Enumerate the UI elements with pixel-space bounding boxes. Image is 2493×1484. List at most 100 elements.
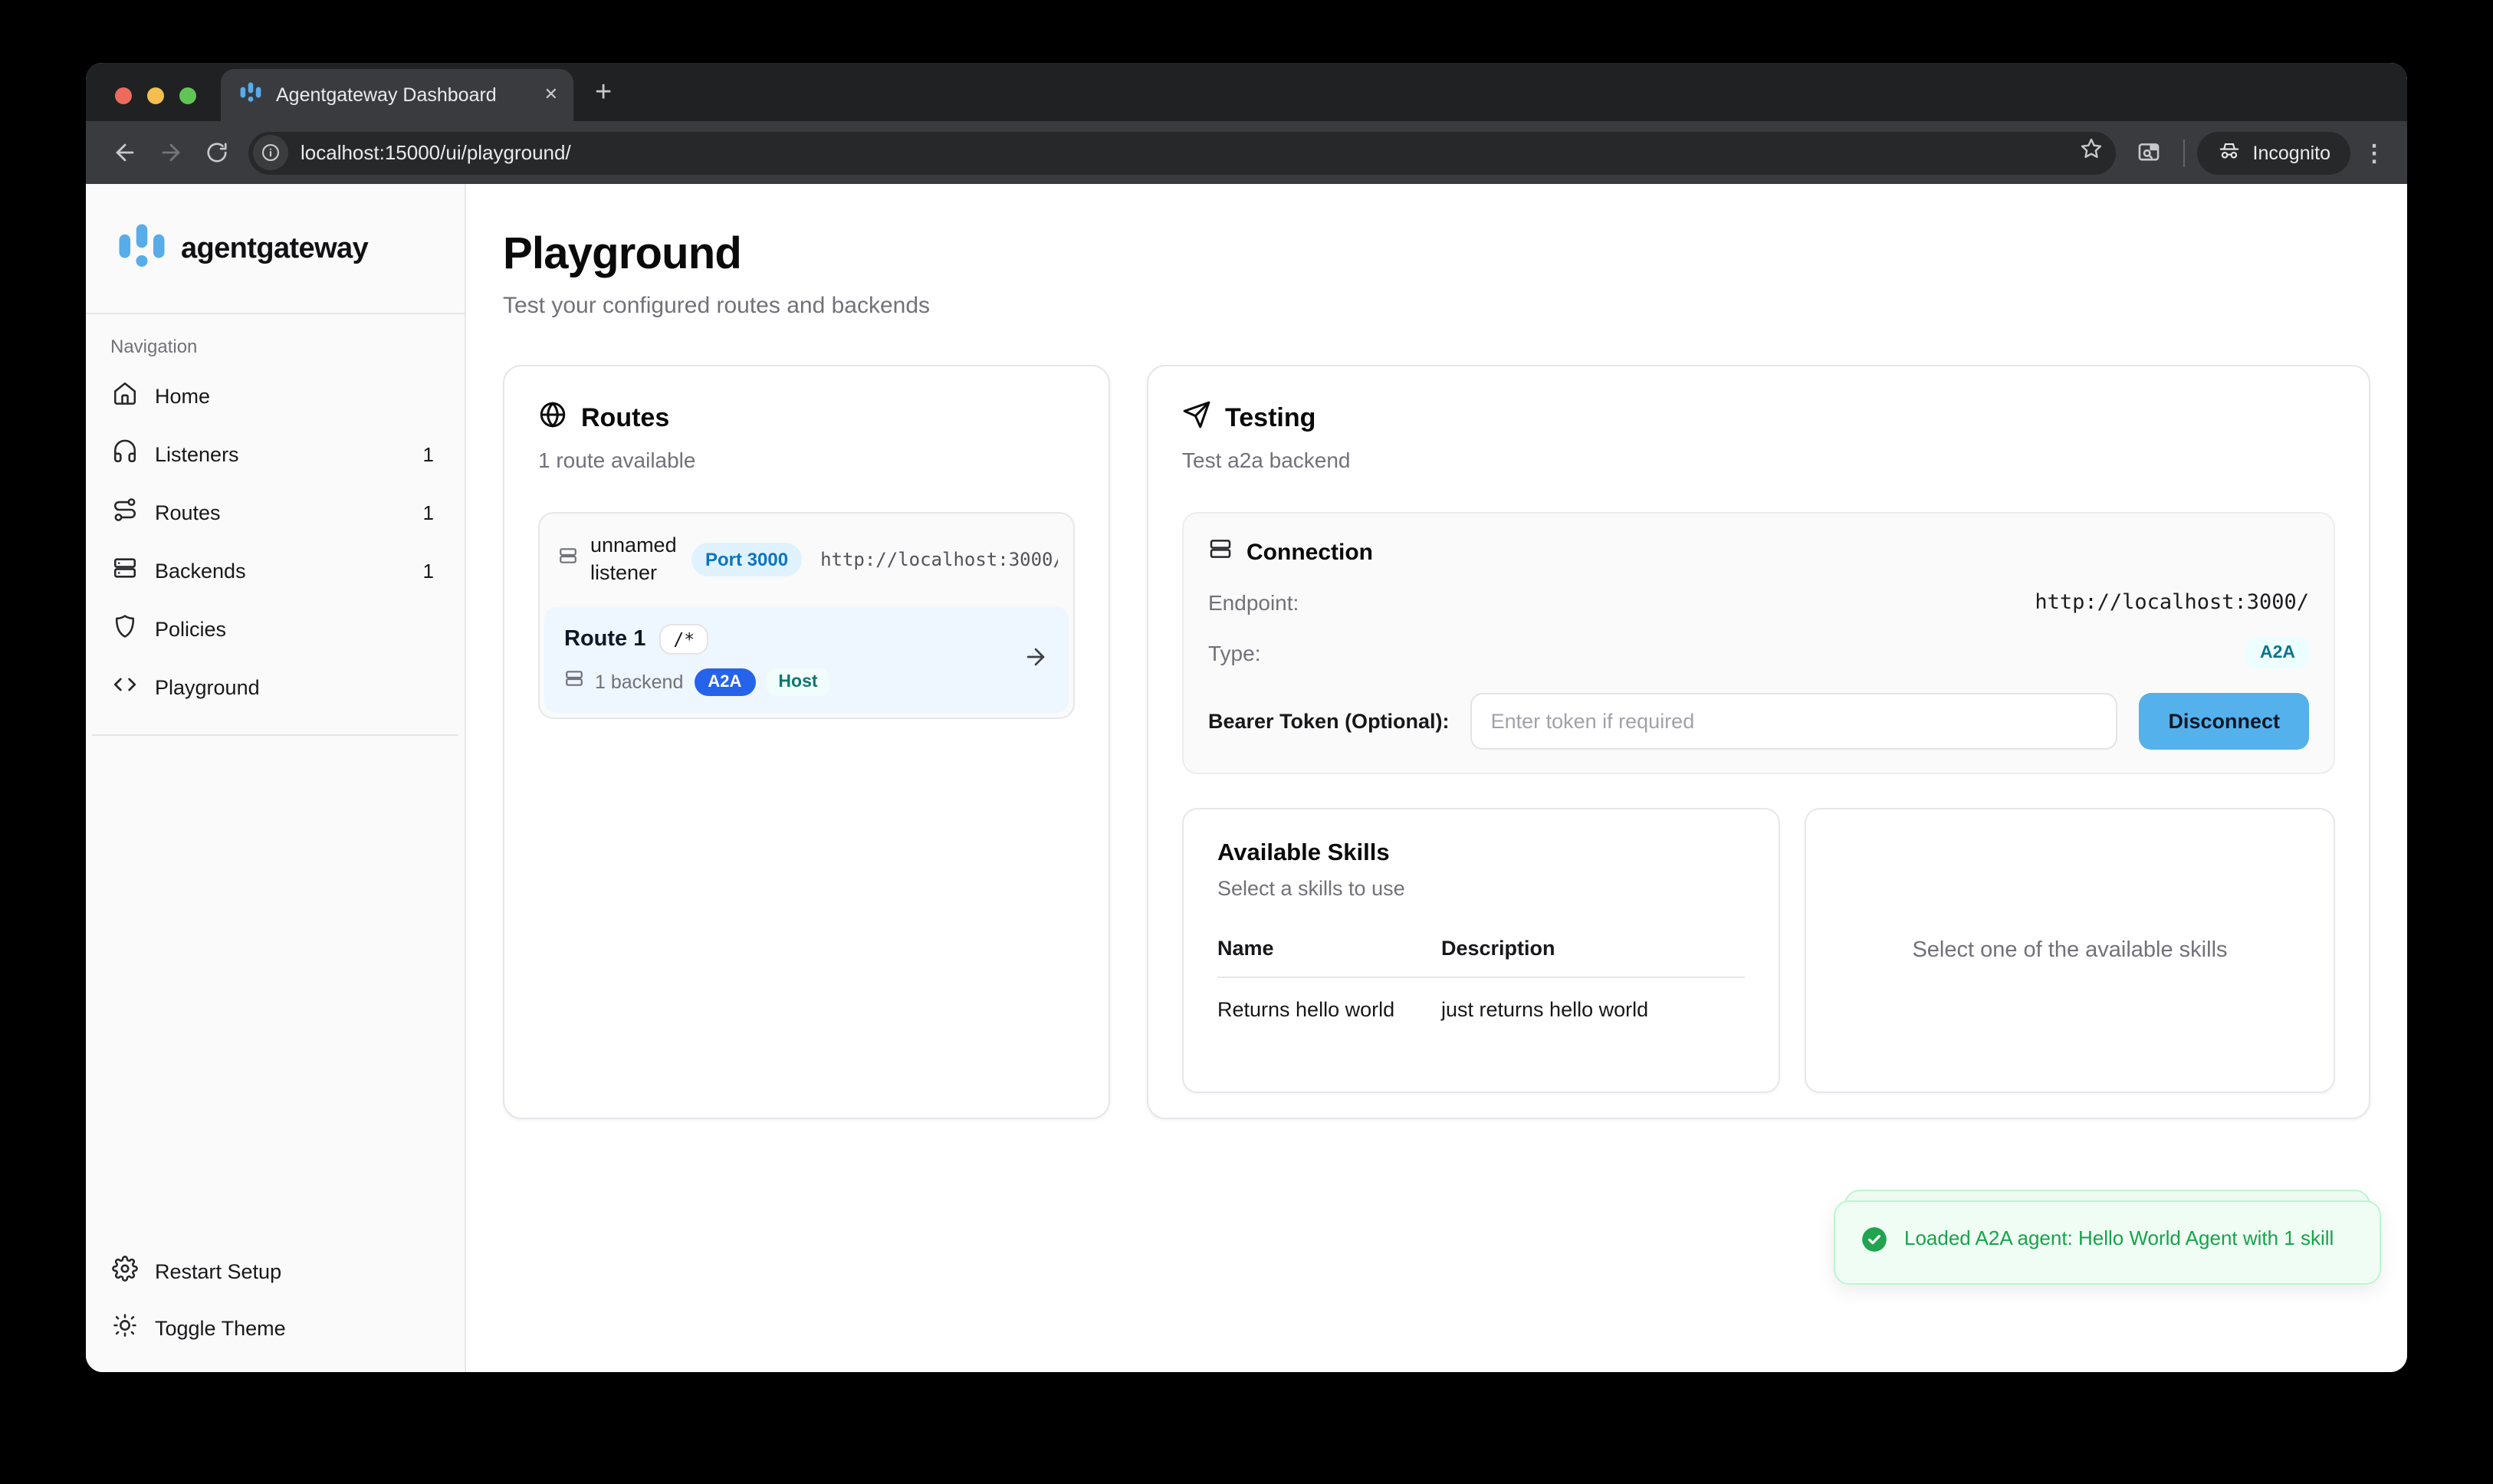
close-window-button[interactable]: [115, 87, 132, 103]
sidebar-item-policies[interactable]: Policies: [98, 601, 452, 656]
listener-url: http://localhost:3000/: [820, 549, 1058, 570]
toast-message: Loaded A2A agent: Hello World Agent with…: [1904, 1223, 2334, 1262]
nav-group-divider: [92, 734, 458, 736]
macos-traffic-lights: [86, 69, 221, 121]
send-icon: [1182, 400, 1211, 437]
browser-tab[interactable]: Agentgateway Dashboard ✕: [221, 69, 573, 121]
server-icon: [564, 669, 584, 697]
page-subtitle: Test your configured routes and backends: [503, 293, 2370, 319]
restart-setup-button[interactable]: Restart Setup: [98, 1243, 452, 1298]
sidebar-item-home[interactable]: Home: [98, 368, 452, 423]
globe-icon: [538, 400, 567, 437]
url-text: localhost:15000/ui/playground/: [301, 141, 2080, 164]
zoom-window-button[interactable]: [179, 87, 196, 103]
listener-row[interactable]: unnamed listener Port 3000 http://localh…: [540, 514, 1073, 603]
server-icon: [112, 555, 138, 586]
sun-icon: [112, 1312, 138, 1343]
testing-card: Testing Test a2a backend Connection Endp…: [1147, 365, 2370, 1119]
skill-detail-placeholder: Select one of the available skills: [1912, 938, 2227, 963]
success-toast[interactable]: Loaded A2A agent: Hello World Agent with…: [1834, 1200, 2381, 1285]
tab-title: Agentgateway Dashboard: [276, 84, 530, 106]
app-content: agentgateway Navigation Home Listeners 1…: [86, 184, 2407, 1372]
toggle-theme-label: Toggle Theme: [155, 1316, 286, 1339]
incognito-badge: Incognito: [2198, 131, 2350, 174]
disconnect-button[interactable]: Disconnect: [2139, 693, 2309, 750]
tab-close-icon[interactable]: ✕: [544, 87, 558, 103]
skill-name: Returns hello world: [1217, 978, 1441, 1021]
agentgateway-logo-icon: [117, 222, 167, 276]
minimize-window-button[interactable]: [147, 87, 164, 103]
skills-table: Name Description Returns hello world jus…: [1217, 937, 1745, 1021]
skills-col-name: Name: [1217, 937, 1441, 978]
incognito-icon: [2218, 139, 2242, 166]
toggle-theme-button[interactable]: Toggle Theme: [98, 1300, 452, 1355]
browser-menu-icon[interactable]: ⋮: [2350, 139, 2392, 166]
skills-col-description: Description: [1441, 937, 1745, 978]
routes-card: Routes 1 route available unnamed listene…: [503, 365, 1110, 1119]
skill-detail-panel: Select one of the available skills: [1805, 808, 2335, 1093]
skill-row[interactable]: Returns hello world just returns hello w…: [1217, 978, 1745, 1021]
route-backend-count: 1 backend: [595, 672, 683, 694]
a2a-badge: A2A: [694, 669, 755, 697]
back-icon[interactable]: [101, 130, 147, 176]
endpoint-label: Endpoint:: [1208, 590, 1299, 615]
sidebar-divider: [86, 313, 465, 314]
bearer-token-label: Bearer Token (Optional):: [1208, 710, 1450, 733]
gear-icon: [112, 1256, 138, 1286]
brand-name: agentgateway: [181, 232, 368, 266]
skills-title: Available Skills: [1217, 840, 1745, 868]
toolbar-divider: [2184, 139, 2186, 166]
route-item[interactable]: Route 1 /* 1 backend A2A Host: [544, 608, 1069, 714]
listener-group: unnamed listener Port 3000 http://localh…: [538, 512, 1075, 720]
sidebar-item-backends[interactable]: Backends 1: [98, 543, 452, 598]
port-badge: Port 3000: [691, 543, 802, 576]
arrow-right-icon[interactable]: [1023, 644, 1049, 678]
incognito-label: Incognito: [2253, 142, 2330, 163]
sidebar-item-label: Routes: [155, 501, 221, 524]
routes-card-subtitle: 1 route available: [538, 448, 1075, 472]
sidebar-footer: Restart Setup Toggle Theme: [86, 1236, 465, 1372]
host-badge: Host: [766, 669, 829, 697]
skill-description: just returns hello world: [1441, 978, 1745, 1021]
sidebar-item-listeners[interactable]: Listeners 1: [98, 426, 452, 481]
toast-stack: Loaded A2A agent: Hello World Agent with…: [1834, 1200, 2381, 1285]
route-path-badge: /*: [659, 625, 708, 655]
new-tab-button[interactable]: +: [595, 77, 612, 110]
bookmark-star-icon[interactable]: [2080, 136, 2104, 169]
nav-section-label: Navigation: [110, 336, 440, 357]
connection-title: Connection: [1246, 539, 1373, 565]
screenshot-stage: Agentgateway Dashboard ✕ + localhost:150…: [0, 0, 2493, 1484]
restart-setup-label: Restart Setup: [155, 1259, 281, 1282]
connection-section: Connection Endpoint: http://localhost:30…: [1182, 512, 2335, 774]
routes-card-title: Routes: [581, 403, 669, 434]
sidebar-item-label: Listeners: [155, 442, 239, 465]
url-bar[interactable]: localhost:15000/ui/playground/: [248, 131, 2117, 174]
endpoint-value: http://localhost:3000/: [2035, 590, 2309, 615]
bearer-token-input[interactable]: [1471, 693, 2118, 750]
route-icon: [112, 497, 138, 527]
tab-favicon-logo-icon: [239, 80, 262, 110]
sidebar-item-count: 1: [423, 442, 438, 465]
sidebar-item-label: Home: [155, 384, 210, 407]
testing-card-title: Testing: [1225, 403, 1315, 434]
testing-card-subtitle: Test a2a backend: [1182, 448, 2335, 472]
route-name: Route 1: [564, 628, 645, 652]
server-icon: [558, 546, 578, 573]
code-icon: [112, 671, 138, 702]
reload-icon[interactable]: [193, 130, 239, 176]
headphones-icon: [112, 438, 138, 469]
home-icon: [112, 380, 138, 411]
sidebar-item-label: Backends: [155, 559, 246, 582]
brand[interactable]: agentgateway: [86, 184, 465, 313]
forward-icon[interactable]: [147, 130, 193, 176]
server-icon: [1208, 537, 1233, 567]
sidebar-item-playground[interactable]: Playground: [98, 659, 452, 714]
sidebar-item-routes[interactable]: Routes 1: [98, 484, 452, 540]
type-badge: A2A: [2246, 638, 2309, 668]
available-skills-card: Available Skills Select a skills to use …: [1182, 808, 1780, 1093]
site-info-icon[interactable]: [253, 135, 288, 170]
browser-tabstrip: Agentgateway Dashboard ✕ +: [86, 63, 2407, 121]
sidebar-item-label: Policies: [155, 617, 226, 640]
check-circle-icon: [1860, 1225, 1889, 1262]
side-panel-search-icon[interactable]: [2126, 130, 2172, 176]
